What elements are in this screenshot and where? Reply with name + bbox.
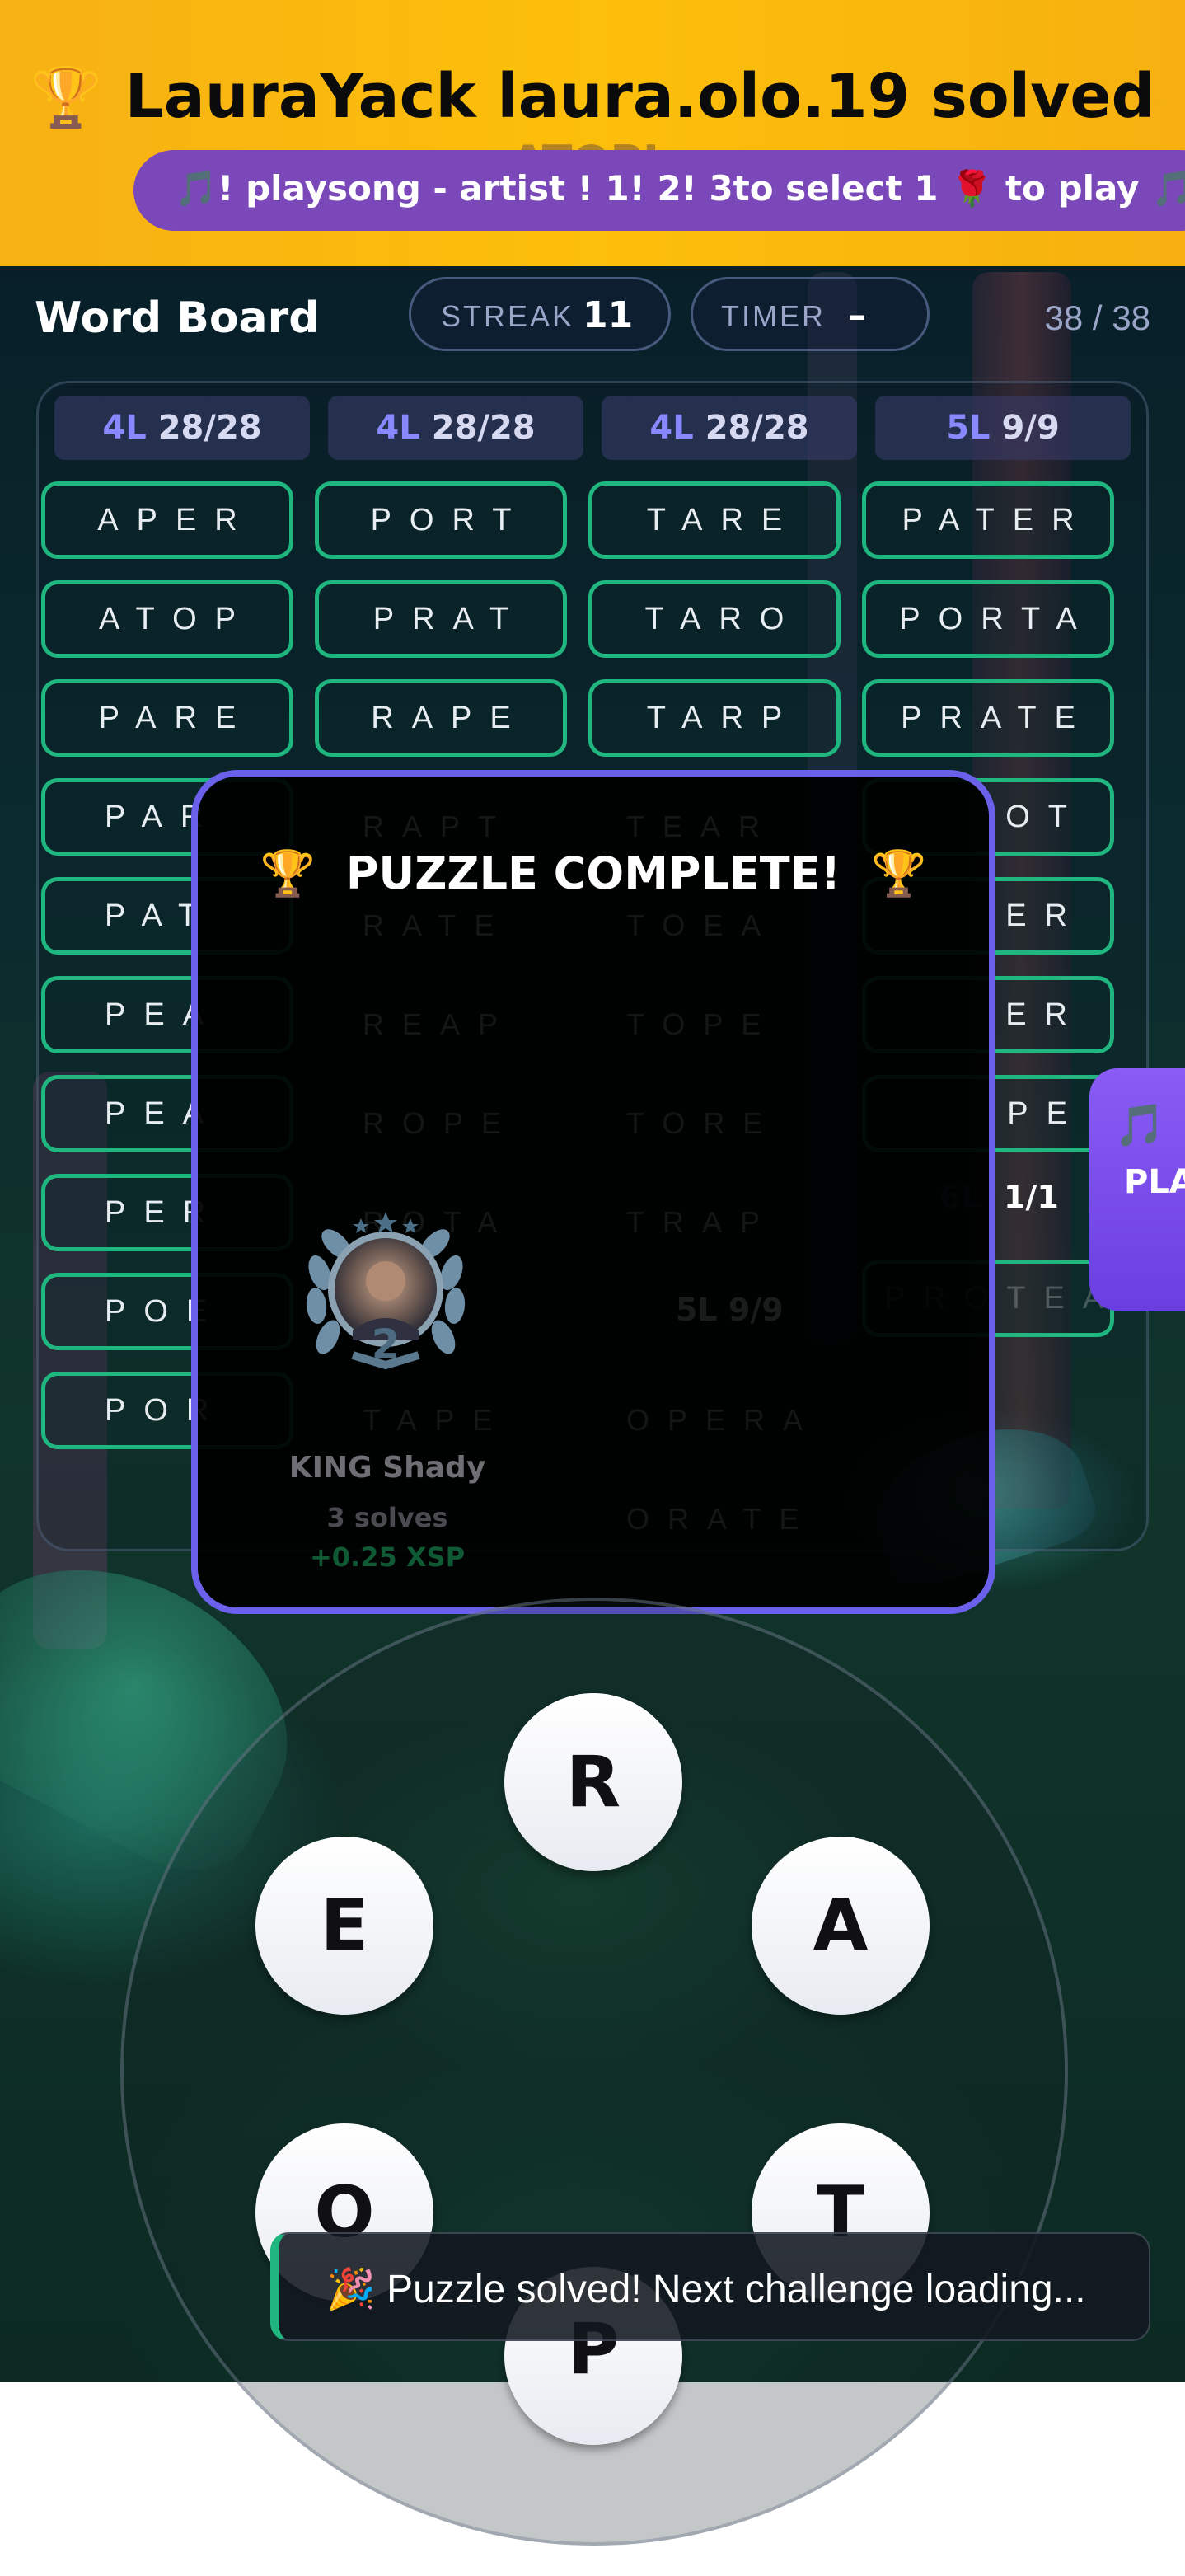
column-count: 9/9 [1001,409,1060,447]
play-song-tab[interactable]: 🎵 PLAY [1089,1068,1185,1311]
word-tile: PORT [315,481,567,559]
timer-value: – [848,294,866,336]
ghost-word: RAPT [363,809,515,843]
column-header: 4L 28/28 [54,396,310,460]
winner-reward: +0.25 XSP [309,1541,466,1573]
letter-button[interactable]: R [504,1693,682,1871]
winner-avatar: 2 [295,1199,476,1380]
ghost-word: TOPE [626,1007,780,1041]
ghost-word: RATE [363,908,513,942]
column-length: 4L [102,409,147,447]
timer-pill: TIMER – [691,277,930,351]
ghost-column-header: 5L 9/9 [676,1292,784,1328]
column-count: 28/28 [431,409,536,447]
word-tile: PRATE [862,679,1114,757]
trophy-icon: 🏆 [30,63,102,131]
toast-text: 🎉 Puzzle solved! Next challenge loading.… [326,2268,1086,2311]
command-ticker: 🎵! playsong - artist ! 1! 2! 3to select … [133,150,1185,231]
trophy-icon: 🏆 [870,847,927,899]
word-tile: PATER [862,481,1114,559]
column-count: 28/28 [157,409,262,447]
music-note-icon: 🎵 [1114,1102,1166,1148]
word-tile: TARO [588,580,841,658]
column-header: 4L 28/28 [328,396,583,460]
word-tile: RAPE [315,679,567,757]
ghost-word: TAPE [363,1403,511,1437]
ghost-word: OPERA [626,1403,822,1437]
puzzle-complete-modal: 🏆 PUZZLE COMPLETE! 🏆 RAPT TEAR RATE TOEA… [191,770,995,1614]
timer-label: TIMER [721,299,826,333]
winner-solves: 3 solves [326,1502,448,1533]
ghost-word: ORATE [626,1502,817,1536]
column-header: 4L 28/28 [602,396,857,460]
word-tile: PORTA [862,580,1114,658]
column-length: 4L [649,409,694,447]
word-tile: TARE [588,481,841,559]
word-count: 38 / 38 [1044,298,1150,337]
toast-notification: 🎉 Puzzle solved! Next challenge loading.… [270,2232,1150,2341]
word-tile: PRAT [315,580,567,658]
play-tab-label: PLAY [1124,1163,1185,1201]
column-length: 4L [376,409,420,447]
ghost-word: TOEA [626,908,780,942]
trophy-icon: 🏆 [260,847,316,899]
word-tile: PARE [41,679,293,757]
column-sub-count: 1/1 [1004,1179,1059,1215]
streak-value: 11 [583,294,634,336]
solved-banner: 🏆LauraYack laura.olo.19 solved ATOPI 🎵! … [0,0,1185,266]
ghost-word: TEAR [626,809,779,843]
ghost-word: TRAP [626,1205,779,1239]
ghost-word: ROPE [363,1106,520,1140]
modal-title-text: PUZZLE COMPLETE! [345,847,841,899]
ghost-word: REAP [363,1007,517,1041]
board-title: Word Board [35,293,320,343]
letter-button[interactable]: A [752,1837,930,2015]
rank-number: 2 [371,1321,400,1368]
word-tile: TARP [588,679,841,757]
ghost-word: TORE [626,1106,781,1140]
streak-label: STREAK [441,299,575,333]
banner-title: 🏆 LauraYack laura.olo.19 solved [0,61,1185,132]
banner-title-text: LauraYack laura.olo.19 solved [124,61,1155,132]
winner-name: KING Shady [288,1451,486,1485]
letter-button[interactable]: E [255,1837,433,2015]
word-tile: ATOP [41,580,293,658]
column-count: 28/28 [705,409,809,447]
ticker-text: 🎵! playsong - artist ! 1! 2! 3to select … [175,168,1185,209]
streak-pill: STREAK 11 [409,277,671,351]
column-header: 5L 9/9 [875,396,1131,460]
modal-title: 🏆 PUZZLE COMPLETE! 🏆 [198,847,989,900]
column-length: 5L [946,409,991,447]
word-tile: APER [41,481,293,559]
